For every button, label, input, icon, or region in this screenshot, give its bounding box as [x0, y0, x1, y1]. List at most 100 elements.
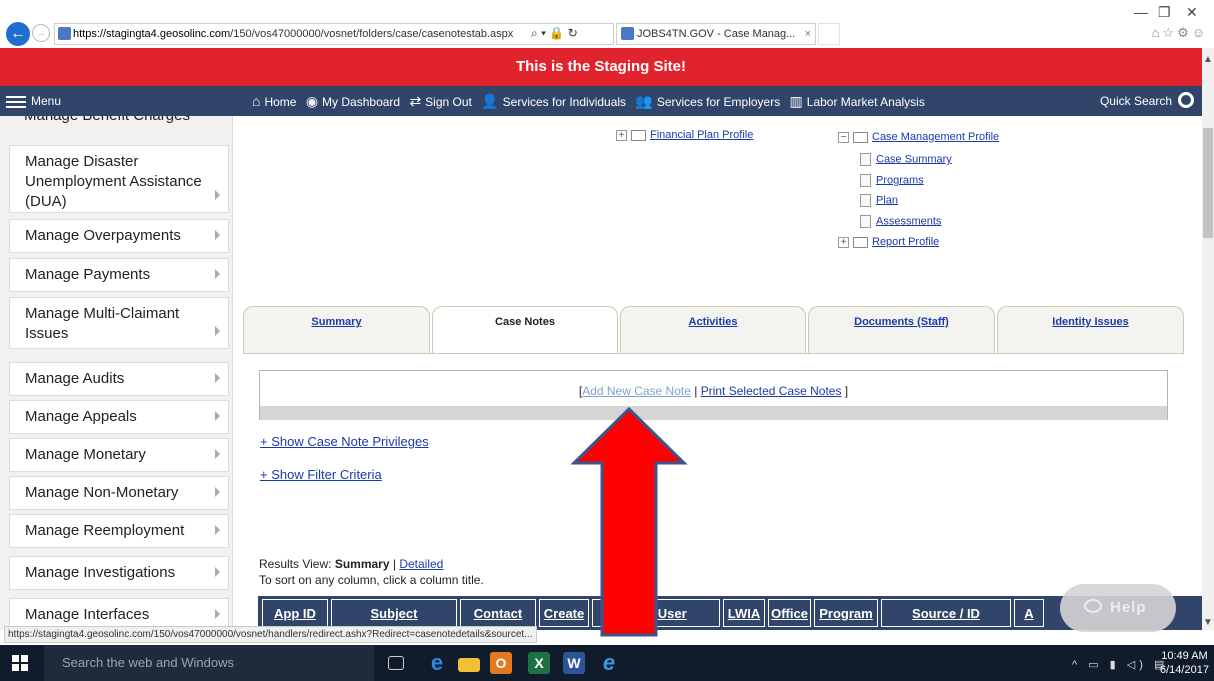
word-icon[interactable]: W — [563, 652, 585, 674]
chevron-right-icon — [215, 525, 220, 535]
tree-financial-plan-link[interactable]: Financial Plan Profile — [650, 129, 753, 141]
tree-report-profile[interactable]: + Report Profile — [838, 236, 939, 248]
column-office[interactable]: Office — [768, 599, 811, 627]
browser-toolbar-icons[interactable]: ⌂☆⚙☺ — [1152, 25, 1208, 41]
sidebar-item-payments[interactable]: Manage Payments — [9, 258, 229, 292]
sidebar-item-label: Manage Payments — [25, 266, 151, 283]
tree-programs[interactable]: Programs — [860, 174, 924, 187]
tab-documents-label[interactable]: Documents (Staff) — [854, 316, 949, 328]
column-contact[interactable]: Contact — [460, 599, 536, 627]
column-subject[interactable]: Subject — [331, 599, 457, 627]
chevron-right-icon — [215, 190, 220, 200]
url-path: /150/vos47000000/vosnet/folders/case/cas… — [230, 28, 514, 40]
sidebar-item-appeals[interactable]: Manage Appeals — [9, 400, 229, 434]
tab-activities-label[interactable]: Activities — [689, 316, 738, 328]
sidebar-item-multi-claimant[interactable]: Manage Multi-Claimant Issues — [9, 297, 229, 349]
tree-assessments-link[interactable]: Assessments — [876, 215, 941, 227]
sidebar-item-reemployment[interactable]: Manage Reemployment — [9, 514, 229, 548]
show-case-note-privileges-link[interactable]: + Show Case Note Privileges — [260, 434, 429, 449]
browser-tab[interactable]: JOBS4TN.GOV - Case Manag... × — [616, 23, 816, 45]
nav-services-individuals[interactable]: 👤 Services for Individuals — [481, 86, 626, 117]
tree-case-summary-link[interactable]: Case Summary — [876, 153, 952, 165]
edge-browser-icon[interactable]: e — [426, 652, 448, 674]
sidebar-item-non-monetary[interactable]: Manage Non-Monetary — [9, 476, 229, 510]
column-program[interactable]: Program — [814, 599, 878, 627]
sidebar-item-audits[interactable]: Manage Audits — [9, 362, 229, 396]
forward-arrow-icon[interactable]: → — [32, 24, 50, 42]
results-view-detailed-link[interactable]: Detailed — [399, 557, 443, 571]
tab-identity-issues-label[interactable]: Identity Issues — [1052, 316, 1128, 328]
expand-plus-icon[interactable]: + — [838, 236, 849, 248]
nav-my-dashboard[interactable]: ◉ My Dashboard — [306, 86, 400, 117]
tree-programs-link[interactable]: Programs — [876, 174, 924, 186]
collapse-minus-icon[interactable]: − — [838, 131, 849, 143]
sidebar-item-label: Manage Multi-Claimant Issues — [25, 305, 180, 342]
tree-plan-link[interactable]: Plan — [876, 194, 898, 206]
column-source-id[interactable]: Source / ID — [881, 599, 1011, 627]
tab-identity-issues[interactable]: Identity Issues — [997, 306, 1184, 354]
tab-close-icon[interactable]: × — [805, 24, 811, 44]
sidebar-item-investigations[interactable]: Manage Investigations — [9, 556, 229, 590]
tab-summary[interactable]: Summary — [243, 306, 430, 354]
nav-labor-market-label: Labor Market Analysis — [806, 95, 925, 109]
outlook-icon[interactable]: O — [490, 652, 512, 674]
sidebar-item-monetary[interactable]: Manage Monetary — [9, 438, 229, 472]
tree-assessments[interactable]: Assessments — [860, 215, 941, 228]
system-clock[interactable]: 10:49 AM 6/14/2017 — [1160, 649, 1209, 677]
address-bar[interactable]: https://stagingta4.geosolinc.com/150/vos… — [54, 23, 614, 45]
nav-dashboard-label: My Dashboard — [322, 95, 401, 109]
tree-financial-plan[interactable]: + Financial Plan Profile — [616, 129, 753, 141]
sidebar-item-label: Manage Overpayments — [25, 227, 181, 244]
scroll-down-icon[interactable]: ▼ — [1203, 617, 1213, 628]
back-arrow-icon[interactable]: ← — [6, 22, 30, 46]
case-notes-actions: [Add New Case Note | Print Selected Case… — [259, 370, 1168, 420]
tab-documents-staff[interactable]: Documents (Staff) — [808, 306, 995, 354]
task-view-icon[interactable] — [388, 656, 404, 670]
show-filter-criteria-link[interactable]: + Show Filter Criteria — [260, 467, 382, 482]
tree-report-profile-link[interactable]: Report Profile — [872, 236, 939, 248]
tree-plan[interactable]: Plan — [860, 194, 898, 207]
sidebar-item-dua[interactable]: Manage Disaster Unemployment Assistance … — [9, 145, 229, 213]
maximize-button[interactable]: ❐ — [1158, 4, 1171, 21]
excel-icon[interactable]: X — [528, 652, 550, 674]
tree-case-management-link[interactable]: Case Management Profile — [872, 131, 999, 143]
column-app-id[interactable]: App ID — [262, 599, 328, 627]
column-lwia[interactable]: LWIA — [723, 599, 765, 627]
sidebar-item-benefit-charges[interactable]: Manage Benefit Charges — [24, 116, 190, 124]
tab-activities[interactable]: Activities — [620, 306, 806, 354]
nav-sign-out[interactable]: ⇄ Sign Out — [409, 86, 471, 117]
menu-button[interactable]: Menu — [6, 91, 61, 111]
scroll-up-icon[interactable]: ▲ — [1203, 54, 1213, 65]
sidebar-item-overpayments[interactable]: Manage Overpayments — [9, 219, 229, 253]
page-scrollbar[interactable]: ▲ ▼ — [1202, 48, 1214, 630]
nav-labor-market[interactable]: ▥ Labor Market Analysis — [790, 86, 925, 117]
file-explorer-icon[interactable] — [458, 658, 480, 672]
expand-plus-icon[interactable]: + — [616, 129, 627, 141]
results-view-prefix: Results View: — [259, 557, 335, 571]
tree-case-management[interactable]: − Case Management Profile — [838, 131, 999, 143]
chart-icon: ▥ — [789, 93, 803, 109]
sidebar-item-label: Manage Reemployment — [25, 522, 185, 539]
print-selected-case-notes-link[interactable]: Print Selected Case Notes — [701, 384, 842, 398]
taskbar-search-box[interactable]: Search the web and Windows — [44, 645, 374, 681]
help-button[interactable]: Help — [1060, 584, 1176, 632]
tab-case-notes[interactable]: Case Notes — [432, 306, 618, 354]
tree-case-summary[interactable]: Case Summary — [860, 153, 952, 166]
quick-search[interactable]: Quick Search — [1100, 86, 1194, 116]
case-notes-action-bar — [260, 406, 1167, 420]
column-a[interactable]: A — [1014, 599, 1044, 627]
new-tab-button[interactable] — [818, 23, 840, 45]
close-window-button[interactable]: ✕ — [1186, 4, 1198, 21]
address-tools[interactable]: ⌕ ▾ 🔒 ↻ — [531, 23, 578, 43]
nav-services-employers[interactable]: 👥 Services for Employers — [635, 86, 780, 117]
chevron-right-icon — [215, 411, 220, 421]
nav-home[interactable]: ⌂ Home — [252, 86, 296, 117]
add-new-case-note-link[interactable]: Add New Case Note — [582, 384, 691, 398]
windows-start-icon[interactable] — [12, 655, 28, 671]
system-tray-icons[interactable]: ^ ▭ ▮ ◁) ▤ — [1072, 658, 1168, 671]
group-icon: 👥 — [635, 93, 653, 109]
scroll-thumb[interactable] — [1203, 128, 1213, 238]
minimize-button[interactable]: — — [1134, 4, 1148, 20]
tab-summary-label[interactable]: Summary — [311, 316, 361, 328]
internet-explorer-icon[interactable]: e — [598, 652, 620, 674]
